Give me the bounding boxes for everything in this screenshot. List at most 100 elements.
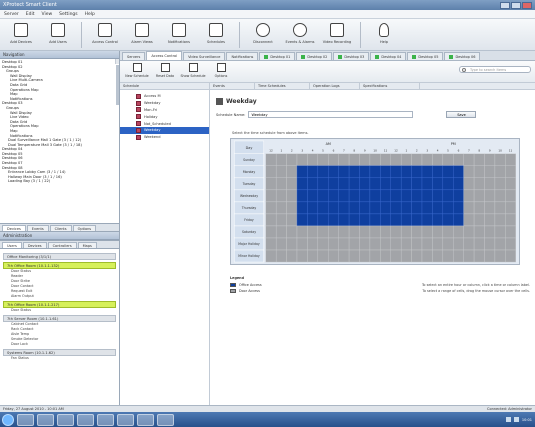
menu-settings[interactable]: Settings xyxy=(59,12,77,17)
hour-label[interactable]: 12 xyxy=(394,148,398,152)
schedule-cell-on[interactable] xyxy=(400,165,412,179)
schedule-cell-off[interactable] xyxy=(432,249,444,263)
schedule-cell-off[interactable] xyxy=(411,237,423,251)
hour-label[interactable]: 5 xyxy=(322,148,324,152)
schedule-list-item[interactable]: Access M xyxy=(120,93,209,100)
show-schedule-button[interactable]: Show Schedule xyxy=(180,62,206,82)
schedule-cell-on[interactable] xyxy=(296,201,308,215)
workspace-tab[interactable]: Access Control xyxy=(146,51,183,60)
workspace-tab[interactable]: Desktop 03 xyxy=(333,52,370,60)
sub-tab-controllers[interactable]: Controllers xyxy=(47,242,77,248)
schedule-cell-off[interactable] xyxy=(442,249,454,263)
device-group-header[interactable]: 7th Office Room (10.1.1.132) xyxy=(3,262,116,269)
schedule-cell-off[interactable] xyxy=(317,237,329,251)
schedule-cell-off[interactable] xyxy=(484,201,496,215)
schedule-list-item[interactable]: Mon-Fri xyxy=(120,107,209,114)
schedule-cell-off[interactable] xyxy=(473,249,485,263)
schedule-cell-off[interactable] xyxy=(505,213,516,227)
schedule-list-item[interactable]: Weekday xyxy=(120,126,209,134)
schedule-cell-off[interactable] xyxy=(275,225,287,239)
schedule-cell-on[interactable] xyxy=(442,213,454,227)
schedule-cell-off[interactable] xyxy=(494,213,506,227)
schedule-cell-off[interactable] xyxy=(505,237,516,251)
schedule-cell-off[interactable] xyxy=(348,225,360,239)
schedule-cell-on[interactable] xyxy=(432,213,444,227)
schedule-cell-on[interactable] xyxy=(348,177,360,191)
hour-label[interactable]: 10 xyxy=(498,148,502,152)
schedule-cell-on[interactable] xyxy=(307,201,319,215)
schedule-cell-off[interactable] xyxy=(505,189,516,203)
schedule-cell-off[interactable] xyxy=(484,165,496,179)
schedule-cell-on[interactable] xyxy=(380,201,391,215)
alarm-views-button[interactable]: Alarm Views xyxy=(125,21,159,49)
taskbar-app-client[interactable] xyxy=(97,413,114,426)
column-specifications[interactable]: Specifications xyxy=(360,83,420,89)
schedule-cell-off[interactable] xyxy=(369,249,381,263)
schedule-cell-on[interactable] xyxy=(348,201,360,215)
schedule-cell-off[interactable] xyxy=(275,153,287,166)
schedule-cell-on[interactable] xyxy=(359,177,371,191)
hour-label[interactable]: 5 xyxy=(447,148,449,152)
schedule-cell-off[interactable] xyxy=(484,237,496,251)
device-row[interactable]: Door Lock xyxy=(3,342,116,347)
schedule-cell-on[interactable] xyxy=(369,213,381,227)
schedule-cell-on[interactable] xyxy=(432,189,444,203)
schedule-cell-off[interactable] xyxy=(390,249,402,263)
schedule-cell-on[interactable] xyxy=(453,201,464,215)
hour-label[interactable]: 9 xyxy=(364,148,366,152)
schedule-cell-off[interactable] xyxy=(442,153,454,166)
device-group-header[interactable]: 7th Server Room (10.1.1.61) xyxy=(3,315,116,322)
hour-label[interactable]: 1 xyxy=(405,148,407,152)
hour-label[interactable]: 10 xyxy=(373,148,377,152)
schedule-cell-off[interactable] xyxy=(275,201,287,215)
schedule-cell-off[interactable] xyxy=(265,177,277,191)
schedule-grid[interactable]: DayAM PM12 1 2 3 4 5 6 7 8 9 10 11 12 1 2 3 4 5 6 7 8 9 10 11Sun… xyxy=(230,138,520,265)
device-group-header[interactable]: Systems Room (10.1.1.62) xyxy=(3,349,116,356)
day-label[interactable]: Monday xyxy=(243,170,255,174)
schedule-cell-off[interactable] xyxy=(296,225,308,239)
schedule-cell-off[interactable] xyxy=(348,153,360,166)
schedule-cell-off[interactable] xyxy=(505,225,516,239)
schedule-cell-off[interactable] xyxy=(359,249,371,263)
network-icon[interactable] xyxy=(505,417,511,422)
schedule-cell-on[interactable] xyxy=(421,189,433,203)
schedule-cell-off[interactable] xyxy=(286,201,298,215)
schedule-cell-on[interactable] xyxy=(296,213,308,227)
schedule-cell-off[interactable] xyxy=(328,153,339,166)
save-button[interactable]: Save xyxy=(446,111,477,118)
schedule-cell-off[interactable] xyxy=(265,237,277,251)
new-schedule-button[interactable]: New Schedule xyxy=(124,62,150,82)
schedule-cell-off[interactable] xyxy=(484,249,496,263)
schedule-cell-off[interactable] xyxy=(265,165,277,179)
schedules-button[interactable]: Schedules xyxy=(199,21,233,49)
hour-label[interactable]: 2 xyxy=(291,148,293,152)
schedule-cell-on[interactable] xyxy=(442,177,454,191)
schedule-cell-off[interactable] xyxy=(473,237,485,251)
schedule-cell-on[interactable] xyxy=(307,165,319,179)
device-group-header[interactable]: 7th Office Room (10.1.1.217) xyxy=(3,301,116,308)
schedule-cell-off[interactable] xyxy=(494,225,506,239)
schedule-cell-on[interactable] xyxy=(296,165,308,179)
schedule-cell-on[interactable] xyxy=(380,165,391,179)
schedule-cell-on[interactable] xyxy=(411,177,423,191)
schedule-cell-on[interactable] xyxy=(432,201,444,215)
schedule-cell-off[interactable] xyxy=(484,225,496,239)
schedule-cell-off[interactable] xyxy=(494,237,506,251)
schedule-cell-off[interactable] xyxy=(380,225,391,239)
schedule-cell-off[interactable] xyxy=(265,189,277,203)
schedule-cell-on[interactable] xyxy=(317,189,329,203)
schedule-cell-off[interactable] xyxy=(286,213,298,227)
schedule-cell-on[interactable] xyxy=(421,201,433,215)
schedule-cell-off[interactable] xyxy=(265,201,277,215)
schedule-cell-off[interactable] xyxy=(369,225,381,239)
day-label[interactable]: Saturday xyxy=(242,230,256,234)
schedule-cell-off[interactable] xyxy=(421,237,433,251)
video-recording-button[interactable]: Video Recording xyxy=(320,21,354,49)
schedule-cell-off[interactable] xyxy=(328,237,339,251)
taskbar-app-media[interactable] xyxy=(37,413,54,426)
device-row[interactable]: Alarm Output xyxy=(3,294,116,299)
schedule-cell-off[interactable] xyxy=(463,213,475,227)
workspace-tab[interactable]: Desktop 01 xyxy=(259,52,296,60)
schedule-cell-on[interactable] xyxy=(390,201,402,215)
workspace-tab[interactable]: Servers xyxy=(122,52,146,60)
